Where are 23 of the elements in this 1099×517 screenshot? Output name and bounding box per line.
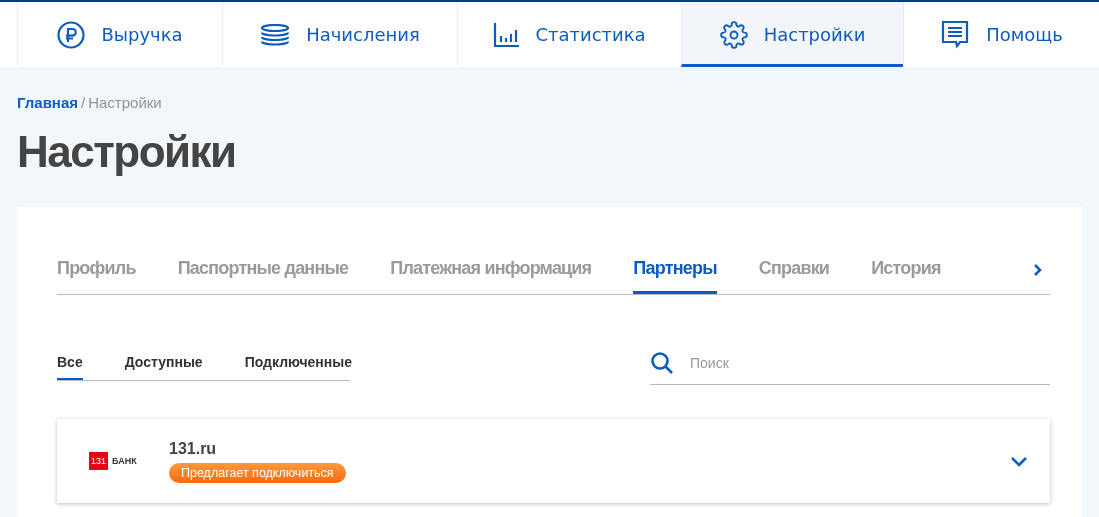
breadcrumb-current: Настройки [88,94,162,111]
partner-card[interactable]: 131 БАНК 131.ru Предлагает подключиться [57,419,1050,503]
breadcrumb-link[interactable]: Главная [17,94,78,111]
page-title: Настройки [17,127,237,177]
filter-tab[interactable]: Доступные [124,354,203,380]
breadcrumb-separator: / [81,94,86,111]
nav-tab[interactable]: Настройки [681,2,903,67]
chevron-icon [1010,455,1028,467]
ruble-icon [57,20,86,49]
filter-tab[interactable]: Все [57,354,83,380]
chat-icon [940,20,971,49]
settings-icon [719,20,748,49]
coins-icon [260,23,291,46]
status-badge: Предлагает подключиться [169,462,346,483]
logo-number: 131 [89,452,109,470]
expand-button[interactable] [1010,455,1028,467]
filter-tab[interactable]: Подключенные [244,354,353,380]
bar-chart-icon [493,21,520,48]
partner-name: 131.ru [169,439,217,458]
logo-text: БАНК [112,456,137,466]
tab[interactable]: Партнеры [633,245,717,294]
search-icon [650,350,674,375]
chevron-right-icon [1033,262,1042,277]
